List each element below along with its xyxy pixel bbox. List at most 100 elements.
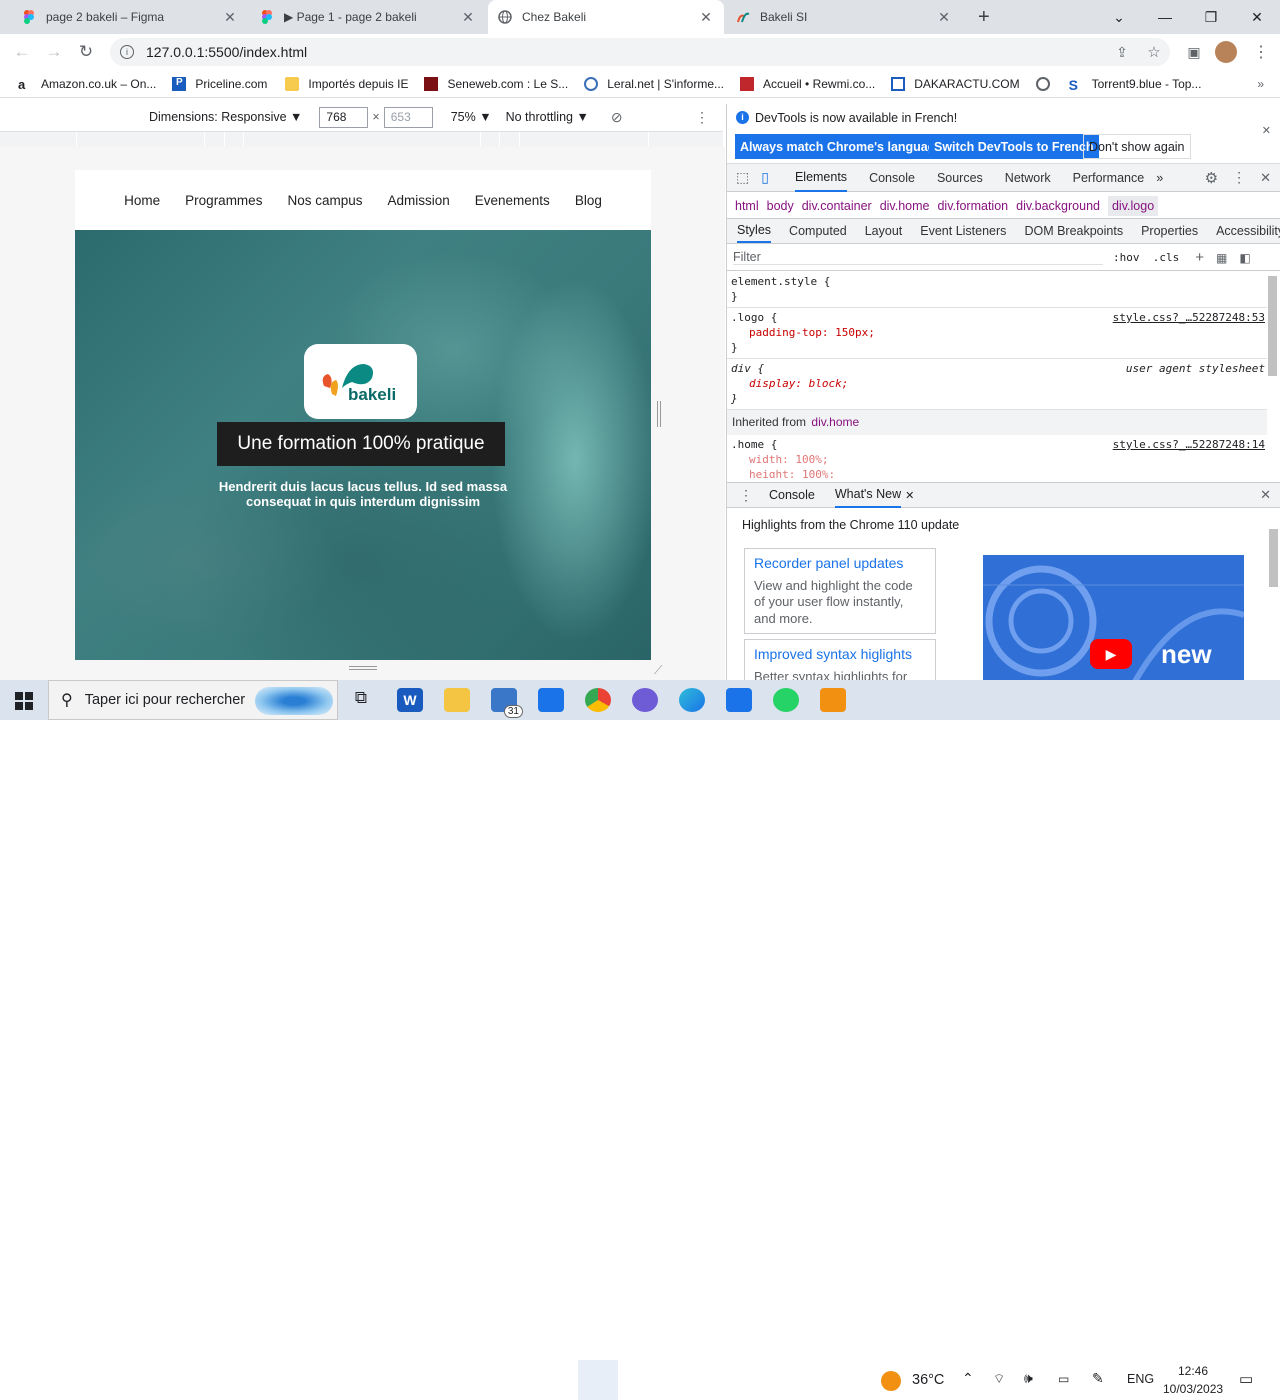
nav-admission[interactable]: Admission: [387, 193, 449, 208]
address-bar[interactable]: i 127.0.0.1:5500/index.html: [110, 38, 1170, 66]
bookmark-star-icon[interactable]: ☆: [1143, 41, 1165, 63]
word-icon[interactable]: W: [397, 688, 423, 712]
crumb-background[interactable]: div.background: [1016, 199, 1100, 213]
app-icon[interactable]: [632, 688, 658, 712]
nav-evenements[interactable]: Evenements: [475, 193, 550, 208]
reload-icon[interactable]: ↻: [75, 41, 97, 63]
bookmark-folder-ie[interactable]: Importés depuis IE: [285, 76, 408, 91]
switch-to-french-button[interactable]: Switch DevTools to French: [929, 134, 1099, 159]
media-query-ruler[interactable]: [0, 131, 723, 148]
close-icon[interactable]: ✕: [460, 9, 476, 26]
tray-chevron-icon[interactable]: ⌃: [962, 1370, 974, 1387]
task-view-icon[interactable]: ⧉: [348, 688, 374, 712]
chrome-icon[interactable]: [585, 688, 611, 712]
menu-icon[interactable]: ⋮: [1250, 41, 1272, 63]
crumb-home[interactable]: div.home: [880, 199, 930, 213]
weather-icon[interactable]: [881, 1371, 901, 1391]
drawer-tab-whats-new[interactable]: What's New: [834, 482, 902, 508]
rule-property[interactable]: padding-top: 150px;: [731, 325, 1263, 340]
pen-icon[interactable]: ✎: [1092, 1370, 1104, 1387]
tab-figma-2[interactable]: ▶ Page 1 - page 2 bakeli ✕: [250, 0, 486, 34]
whatsapp-icon[interactable]: [773, 688, 799, 712]
nav-blog[interactable]: Blog: [575, 193, 602, 208]
feature-card[interactable]: Improved syntax higlights Better syntax …: [744, 639, 936, 680]
subtab-event-listeners[interactable]: Event Listeners: [920, 224, 1006, 238]
minimize-button[interactable]: —: [1142, 0, 1188, 34]
sublime-icon[interactable]: [820, 688, 846, 712]
notification-icon[interactable]: ▭: [1239, 1370, 1253, 1388]
styles-scrollbar[interactable]: [1268, 264, 1278, 476]
subtab-properties[interactable]: Properties: [1141, 224, 1198, 238]
crumb-html[interactable]: html: [735, 199, 759, 213]
close-window-button[interactable]: ✕: [1234, 0, 1280, 34]
input-language[interactable]: ENG: [1127, 1372, 1154, 1386]
bookmark-seneweb[interactable]: Seneweb.com : Le S...: [424, 76, 568, 91]
filter-input[interactable]: Filter: [733, 250, 1103, 265]
close-tab-icon[interactable]: ✕: [905, 489, 914, 502]
close-icon[interactable]: ✕: [1262, 124, 1271, 137]
feature-card[interactable]: Recorder panel updates View and highligh…: [744, 548, 936, 634]
resize-handle-right[interactable]: [657, 401, 661, 427]
more-bookmarks-icon[interactable]: »: [1257, 77, 1264, 91]
clock-date[interactable]: 10/03/2023: [1163, 1382, 1223, 1396]
new-tab-button[interactable]: +: [978, 6, 990, 29]
width-input[interactable]: 768: [319, 106, 369, 128]
file-explorer-icon[interactable]: [444, 688, 470, 712]
hov-cls-toggles[interactable]: :hov .cls: [1113, 251, 1179, 264]
settings-gear-icon[interactable]: ⚙: [1205, 169, 1218, 187]
subtab-layout[interactable]: Layout: [865, 224, 903, 238]
nav-home[interactable]: Home: [124, 193, 160, 208]
resize-handle-corner[interactable]: ⟋: [654, 663, 662, 678]
forward-icon[interactable]: →: [43, 41, 65, 63]
paint-icon[interactable]: ▦: [1216, 251, 1227, 265]
whats-new-video[interactable]: ▶ new: [983, 555, 1244, 680]
tab-network[interactable]: Network: [1005, 171, 1051, 185]
height-input[interactable]: 653: [383, 106, 433, 128]
share-icon[interactable]: ⇪: [1111, 41, 1133, 63]
card-title[interactable]: Improved syntax higlights: [754, 646, 926, 663]
network-icon[interactable]: ⌔: [993, 1371, 1005, 1387]
tab-bakeli-si[interactable]: Bakeli SI ✕: [726, 0, 962, 34]
close-drawer-icon[interactable]: ✕: [1260, 487, 1271, 503]
bookmark-priceline[interactable]: P Priceline.com: [172, 76, 267, 91]
tab-search-icon[interactable]: ⌄: [1096, 0, 1142, 34]
youtube-play-icon[interactable]: ▶: [1090, 639, 1132, 669]
volume-icon[interactable]: 🕪: [1024, 1370, 1033, 1387]
rotate-icon[interactable]: ⊘: [611, 109, 623, 126]
inherited-from-link[interactable]: div.home: [811, 415, 859, 429]
close-icon[interactable]: ✕: [698, 9, 714, 26]
bookmark-leral[interactable]: Leral.net | S'informe...: [584, 76, 724, 91]
close-icon[interactable]: ✕: [936, 9, 952, 26]
rule-source-link[interactable]: style.css?_…52287248:14: [1113, 437, 1265, 452]
crumb-container[interactable]: div.container: [802, 199, 872, 213]
rule-property[interactable]: height: 100%;: [731, 467, 1263, 478]
weather-temp[interactable]: 36°C: [912, 1372, 944, 1388]
crumb-body[interactable]: body: [767, 199, 794, 213]
battery-icon[interactable]: ▭: [1058, 1372, 1069, 1386]
close-devtools-icon[interactable]: ✕: [1260, 170, 1271, 186]
tab-console[interactable]: Console: [869, 171, 915, 185]
tab-figma-1[interactable]: page 2 bakeli – Figma ✕: [12, 0, 248, 34]
close-icon[interactable]: ✕: [222, 9, 238, 26]
devtools-menu-icon[interactable]: ⋮: [1232, 169, 1246, 186]
bookmark-torrent9[interactable]: S Torrent9.blue - Top...: [1069, 77, 1202, 93]
windows-start-icon[interactable]: [15, 692, 33, 713]
dont-show-again-button[interactable]: Don't show again: [1083, 134, 1191, 159]
rule-selector[interactable]: element.style {: [731, 274, 1263, 289]
avatar[interactable]: [1215, 41, 1237, 63]
info-icon[interactable]: i: [120, 45, 134, 59]
sidebar-toggle-icon[interactable]: ◧: [1239, 251, 1250, 265]
subtab-computed[interactable]: Computed: [789, 224, 847, 238]
drawer-tab-console[interactable]: Console: [769, 488, 815, 502]
subtab-dom-breakpoints[interactable]: DOM Breakpoints: [1024, 224, 1123, 238]
resize-handle-bottom[interactable]: [349, 666, 377, 670]
subtab-accessibility[interactable]: Accessibility: [1216, 224, 1280, 238]
bookmark-amazon[interactable]: a Amazon.co.uk – On...: [18, 77, 156, 92]
throttling-dropdown[interactable]: No throttling ▼: [506, 110, 589, 124]
taskbar-search[interactable]: ⚲ Taper ici pour rechercher: [48, 680, 338, 720]
subtab-styles[interactable]: Styles: [737, 219, 772, 243]
drawer-scrollbar[interactable]: [1269, 517, 1279, 677]
bookmark-rewmi[interactable]: Accueil • Rewmi.co...: [740, 76, 875, 91]
tab-elements[interactable]: Elements: [794, 164, 848, 192]
store-icon[interactable]: [726, 688, 752, 712]
